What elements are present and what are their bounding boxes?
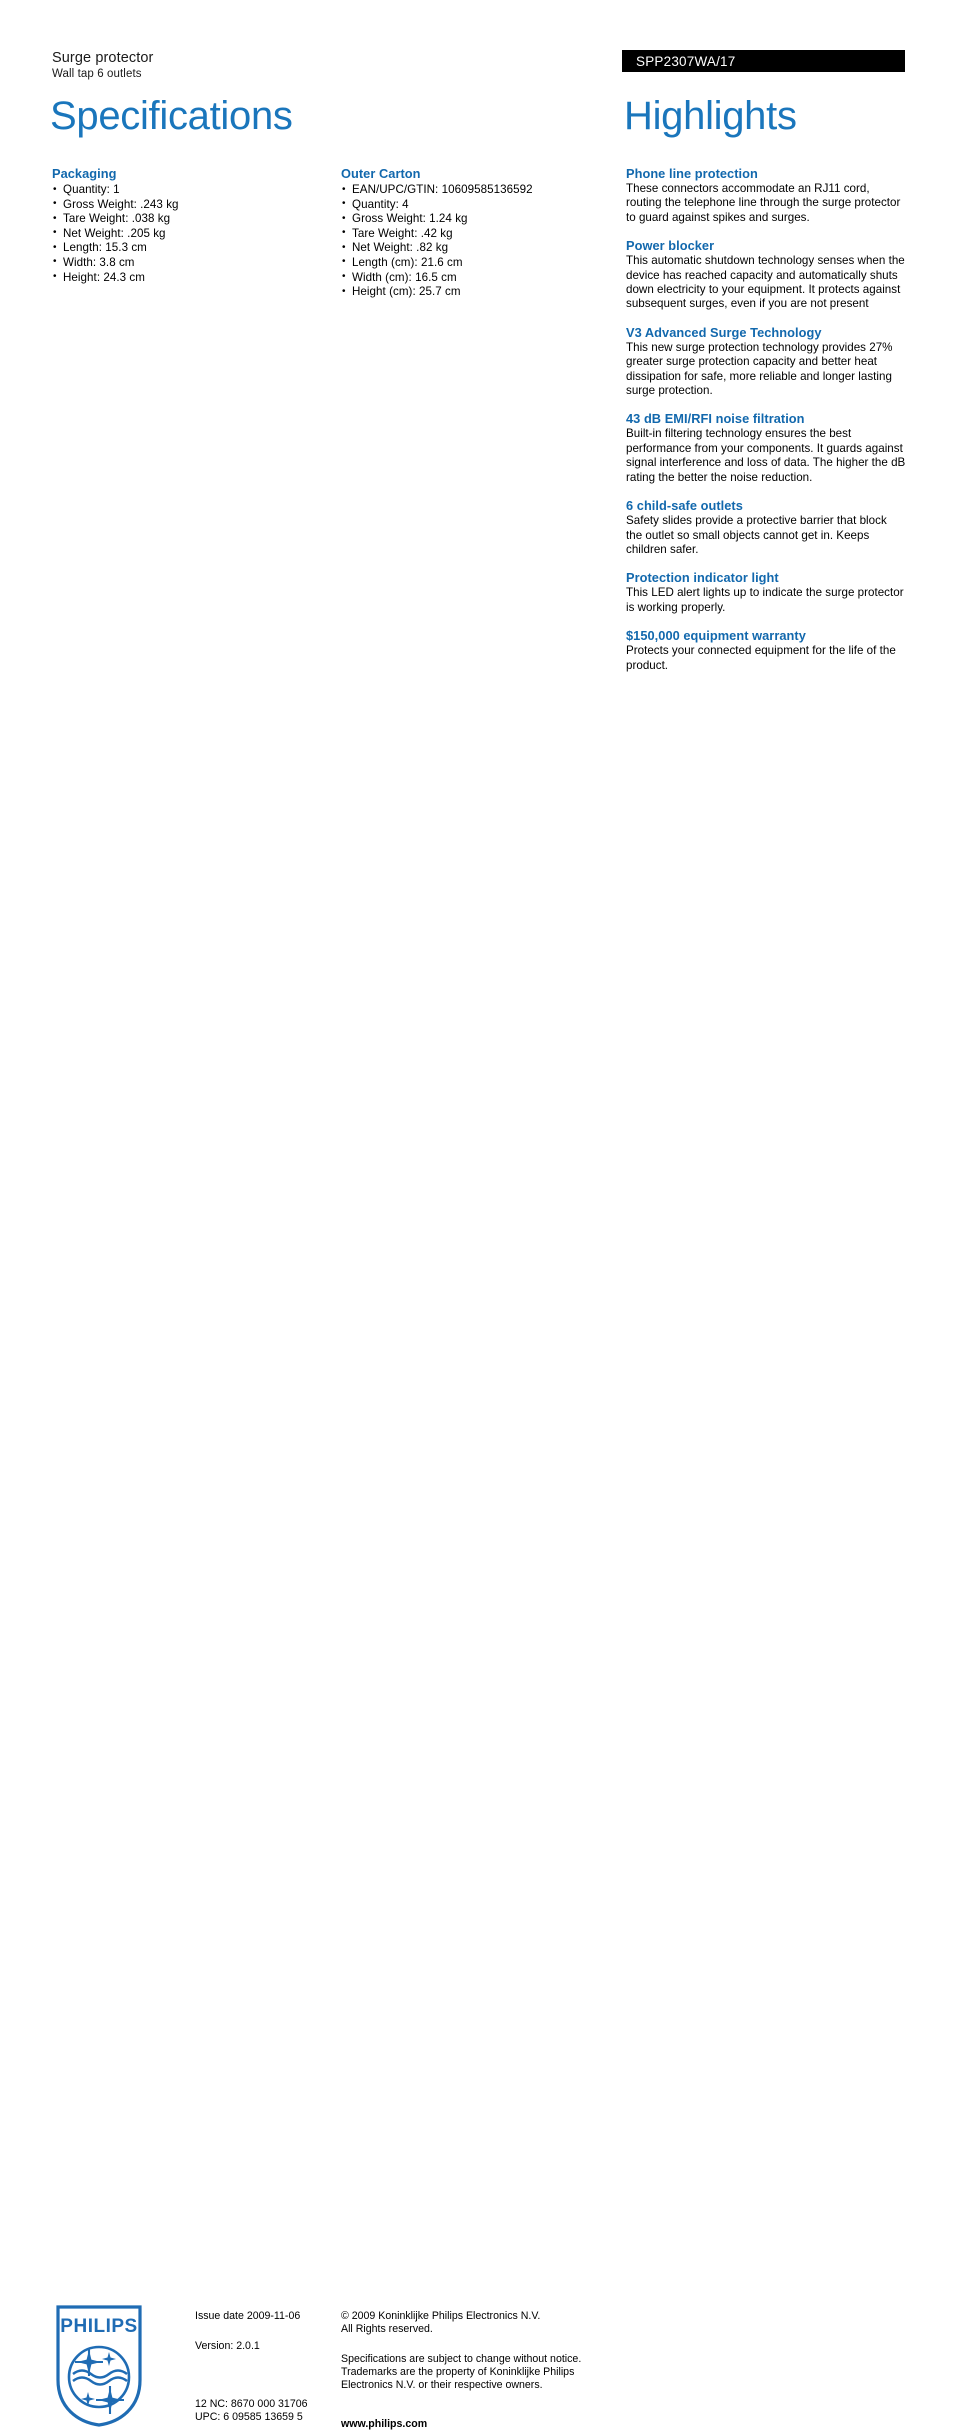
copyright-line-1: © 2009 Koninklijke Philips Electronics N… — [341, 2310, 541, 2322]
highlight-block: $150,000 equipment warranty Protects your… — [626, 628, 906, 673]
highlight-block: Phone line protection These connectors ac… — [626, 166, 906, 225]
philips-wordmark: PHILIPS — [60, 2316, 137, 2337]
spec-item: Gross Weight: .243 kg — [52, 197, 322, 213]
spec-list-packaging: Quantity: 1Gross Weight: .243 kgTare Wei… — [52, 183, 322, 285]
highlight-body: These connectors accommodate an RJ11 cor… — [626, 182, 901, 224]
page-title-highlights: Highlights — [624, 94, 797, 138]
highlight-title: $150,000 equipment warranty — [626, 628, 806, 644]
highlight-body: Safety slides provide a protective barri… — [626, 514, 887, 556]
column-highlights: Phone line protection These connectors ac… — [626, 166, 906, 686]
highlight-title: Phone line protection — [626, 166, 758, 181]
product-subtitle: Wall tap 6 outlets — [52, 68, 142, 80]
page-title-specifications: Specifications — [50, 94, 293, 138]
highlight-block: 43 dB EMI/RFI noise filtration Built-in f… — [626, 411, 906, 485]
column-outer-carton: Outer Carton EAN/UPC/GTIN: 1060958513659… — [341, 166, 611, 314]
legal-notice: Specifications are subject to change wit… — [341, 2353, 611, 2392]
product-header: Surge protector Wall tap 6 outlets — [52, 50, 452, 81]
spec-item: Tare Weight: .038 kg — [52, 212, 322, 227]
highlight-block: V3 Advanced Surge Technology This new sur… — [626, 325, 906, 399]
product-name: Surge protector — [52, 50, 154, 66]
notice-line-3: Electronics N.V. or their respective own… — [341, 2379, 543, 2391]
notice-line-2: Trademarks are the property of Koninklij… — [341, 2366, 575, 2378]
copyright: © 2009 Koninklijke Philips Electronics N… — [341, 2310, 611, 2336]
spec-item: Length: 15.3 cm — [52, 241, 322, 256]
highlight-body: This automatic shutdown technology sense… — [626, 254, 905, 311]
spec-item: Gross Weight: 1.24 kg — [341, 212, 611, 227]
spec-list-outer-carton: EAN/UPC/GTIN: 10609585136592Quantity: 4G… — [341, 183, 611, 300]
spec-item: Net Weight: .82 kg — [341, 241, 611, 256]
highlight-title: Power blocker — [626, 238, 715, 254]
spec-item: Width (cm): 16.5 cm — [341, 270, 611, 286]
highlight-block: 6 child-safe outlets Safety slides provid… — [626, 498, 906, 557]
version: Version: 2.0.1 — [195, 2340, 260, 2352]
model-number: SPP2307WA/17 — [636, 53, 736, 69]
spec-item: Tare Weight: .42 kg — [341, 226, 611, 242]
spec-group-title: Packaging — [52, 166, 117, 181]
spec-item: Height (cm): 25.7 cm — [341, 285, 611, 300]
highlight-block: Power blocker This automatic shutdown tec… — [626, 238, 906, 312]
highlight-body: Protects your connected equipment for th… — [626, 644, 896, 672]
column-packaging: Packaging Quantity: 1Gross Weight: .243 … — [52, 166, 322, 299]
upc: UPC: 6 09585 13659 5 — [195, 2411, 303, 2423]
highlight-title: V3 Advanced Surge Technology — [626, 324, 822, 340]
footer: PHILIPS Issue date 2009-11-06 Version: 2… — [0, 1150, 954, 2430]
footer-column-right: © 2009 Koninklijke Philips Electronics N… — [341, 2310, 611, 2431]
website-link[interactable]: www.philips.com — [341, 2418, 611, 2431]
footer-column-left: Issue date 2009-11-06 Version: 2.0.1 12 … — [195, 2310, 335, 2424]
highlight-title: Protection indicator light — [626, 570, 779, 586]
spec-item: Net Weight: .205 kg — [52, 226, 322, 242]
issue-date: Issue date 2009-11-06 — [195, 2310, 301, 2322]
spec-item: Height: 24.3 cm — [52, 270, 322, 286]
highlight-title: 43 dB EMI/RFI noise filtration — [626, 411, 805, 427]
philips-logo: PHILIPS — [56, 2305, 142, 2427]
spec-group-outer-carton: Outer Carton EAN/UPC/GTIN: 1060958513659… — [341, 166, 611, 300]
twelve-nc: 12 NC: 8670 000 31706 — [195, 2398, 308, 2410]
highlight-block: Protection indicator light This LED alert… — [626, 570, 906, 615]
spec-item: Quantity: 4 — [341, 197, 611, 213]
model-number-banner: SPP2307WA/17 — [622, 50, 905, 72]
product-codes: 12 NC: 8670 000 31706 UPC: 6 09585 13659… — [195, 2398, 335, 2424]
highlight-title: 6 child-safe outlets — [626, 498, 743, 514]
spec-item: Width: 3.8 cm — [52, 255, 322, 271]
copyright-line-2: All Rights reserved. — [341, 2323, 433, 2335]
spec-group-packaging: Packaging Quantity: 1Gross Weight: .243 … — [52, 166, 322, 285]
spec-group-title: Outer Carton — [341, 166, 421, 181]
notice-line-1: Specifications are subject to change wit… — [341, 2353, 582, 2365]
highlight-body: This new surge protection technology pro… — [626, 340, 893, 398]
spec-item: Length (cm): 21.6 cm — [341, 255, 611, 271]
highlight-body: This LED alert lights up to indicate the… — [626, 586, 904, 614]
spec-item: Quantity: 1 — [52, 183, 322, 198]
highlight-body: Built-in filtering technology ensures th… — [626, 427, 906, 484]
spec-item: EAN/UPC/GTIN: 10609585136592 — [341, 183, 611, 198]
